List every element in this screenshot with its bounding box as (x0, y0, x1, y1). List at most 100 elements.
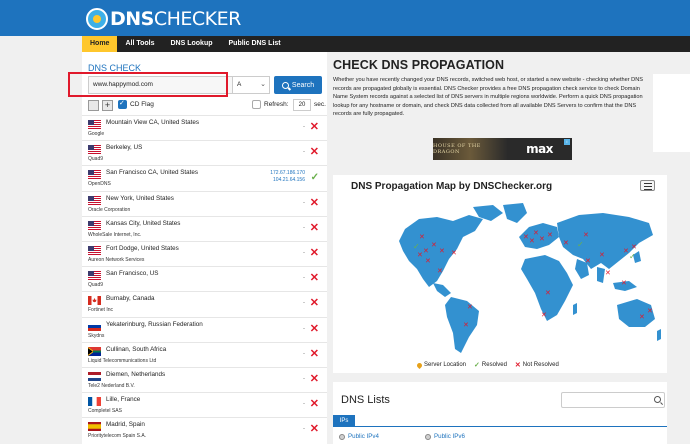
check-icon: ✓ (310, 172, 319, 184)
result-ip[interactable]: 172.67.186.170 (270, 170, 305, 177)
server-provider: Quad9 (88, 282, 104, 289)
fail-marker: ✕ (467, 303, 473, 311)
cd-flag-label: CD Flag (130, 101, 154, 108)
check-icon: ✓ (474, 362, 480, 369)
server-provider: Aureon Network Services (88, 256, 145, 263)
fail-marker: ✕ (523, 233, 529, 241)
server-location: Mountain View CA, United States (106, 119, 199, 126)
flag-nl-icon (88, 371, 101, 381)
chevron-down-icon: ⌄ (260, 81, 266, 88)
dns-lists-search-input[interactable] (561, 392, 665, 408)
page-title: CHECK DNS PROPAGATION (333, 58, 505, 72)
server-row: Madrid, Spain Prioritytelecom Spain S.A. -… (82, 417, 327, 442)
nav-home[interactable]: Home (82, 36, 118, 52)
fail-marker: ✕ (419, 233, 425, 241)
server-row: Burnaby, Canada Fortinet Inc - ✕ (82, 291, 327, 316)
server-location: Lille, France (106, 396, 141, 404)
fail-marker: ✕ (533, 229, 539, 237)
flag-us-icon (88, 120, 101, 129)
refresh-seconds-input[interactable]: 20 (293, 99, 311, 111)
server-provider: Google (88, 131, 105, 137)
server-location: San Francisco, US (106, 270, 159, 278)
server-result: - (303, 401, 305, 408)
world-map: ✕ ✕ ✕ ✕ ✕ ✕ ✕ ✕ ✕ ✕ ✕ ✕ ✕ ✕ ✕ ✕ ✕ ✕ ✕ ✕ (399, 203, 661, 353)
map-pin-icon (415, 361, 424, 369)
nav-public-dns-list[interactable]: Public DNS List (221, 36, 289, 52)
server-row: San Francisco, US Quad9 - ✕ (82, 266, 327, 291)
server-location: Yekaterinburg, Russian Federation (106, 320, 203, 328)
link-public-ipv4[interactable]: Public IPv4 (339, 433, 379, 440)
server-provider: Oracle Corporation (88, 206, 131, 213)
site-logo[interactable]: DNS CHECKER (86, 6, 241, 32)
server-result: - (303, 199, 305, 206)
flag-us-icon (88, 271, 101, 281)
server-provider: Fortinet Inc (88, 307, 114, 314)
fail-marker: ✕ (583, 231, 589, 239)
check-options: + CD Flag Refresh: 20 sec. (88, 99, 326, 112)
ad-info-icon[interactable]: i (564, 139, 570, 145)
server-result: - (303, 224, 305, 231)
server-result: - (303, 350, 305, 357)
map-title: DNS Propagation Map by DNSChecker.org (351, 181, 553, 192)
server-result: - (303, 275, 305, 282)
link-public-ipv6[interactable]: Public IPv6 (425, 433, 465, 440)
main-nav: Home All Tools DNS Lookup Public DNS Lis… (82, 36, 690, 52)
cross-icon: ✕ (309, 322, 319, 335)
main-content: CHECK DNS PROPAGATION Whether you have r… (331, 52, 690, 444)
dns-check-panel: DNS CHECK www.happymod.com A ⌄ Search + … (68, 52, 327, 444)
fail-marker: ✕ (425, 257, 431, 265)
advertisement[interactable]: HOUSE OF THE DRAGON max i (433, 138, 572, 160)
flag-us-icon (88, 170, 101, 180)
server-provider: Quad9 (88, 156, 104, 163)
server-result: - (303, 426, 305, 433)
server-row: New York, United States Oracle Corporatio… (82, 190, 327, 216)
site-header: DNS CHECKER (0, 0, 690, 36)
record-type-select[interactable]: A ⌄ (232, 76, 270, 94)
server-provider: Completel SAS (88, 408, 122, 415)
domain-input[interactable]: www.happymod.com (88, 76, 238, 94)
link-public-ipv6-label: Public IPv6 (434, 433, 465, 440)
ok-marker: ✓ (629, 252, 636, 261)
flag-es-icon (88, 422, 101, 432)
server-provider: OpenDNS (88, 181, 111, 188)
collapse-box[interactable] (88, 100, 99, 111)
server-row: Cullinan, South Africa Liquid Telecommuni… (82, 341, 327, 367)
globe-pin-icon (86, 8, 108, 30)
fail-marker: ✕ (539, 235, 545, 243)
server-result: - (303, 249, 305, 256)
nav-dns-lookup[interactable]: DNS Lookup (163, 36, 221, 52)
server-location: Diemen, Netherlands (106, 370, 166, 378)
server-row: Berkeley, US Quad9 - ✕ (82, 140, 327, 165)
search-button[interactable]: Search (274, 76, 322, 94)
cd-flag-checkbox[interactable] (118, 99, 127, 109)
cross-icon: ✕ (309, 221, 319, 234)
result-ip[interactable]: 104.21.64.156 (270, 177, 305, 184)
flag-us-icon (88, 220, 101, 230)
server-row: Lille, France Completel SAS - ✕ (82, 392, 327, 417)
fail-marker: ✕ (423, 247, 429, 255)
server-location: Fort Dodge, United States (106, 244, 179, 252)
server-row: San Francisco CA, United States OpenDNS 17… (82, 165, 327, 190)
cross-icon: ✕ (309, 423, 319, 436)
fail-marker: ✕ (451, 249, 457, 257)
server-location: Burnaby, Canada (106, 295, 155, 303)
ok-marker: ✓ (413, 242, 420, 251)
flag-ca-icon (88, 296, 101, 306)
fail-marker: ✕ (585, 257, 591, 265)
hamburger-menu-icon[interactable] (640, 180, 655, 191)
fail-marker: ✕ (437, 267, 443, 275)
dns-check-title: DNS CHECK (88, 63, 142, 73)
search-button-label: Search (291, 81, 315, 89)
server-result: - (303, 124, 305, 130)
add-server-button[interactable]: + (102, 100, 113, 111)
nav-all-tools[interactable]: All Tools (117, 36, 162, 52)
search-icon[interactable] (654, 396, 661, 403)
map-legend: Server Location ✓ Resolved ✕ Not Resolved (415, 361, 559, 369)
fail-marker: ✕ (529, 237, 535, 245)
cross-icon: ✕ (309, 372, 319, 385)
fail-marker: ✕ (623, 247, 629, 255)
server-location: Madrid, Spain (106, 421, 145, 429)
refresh-checkbox[interactable] (252, 100, 261, 109)
server-location: New York, United States (106, 194, 174, 202)
page-edge (653, 74, 690, 152)
